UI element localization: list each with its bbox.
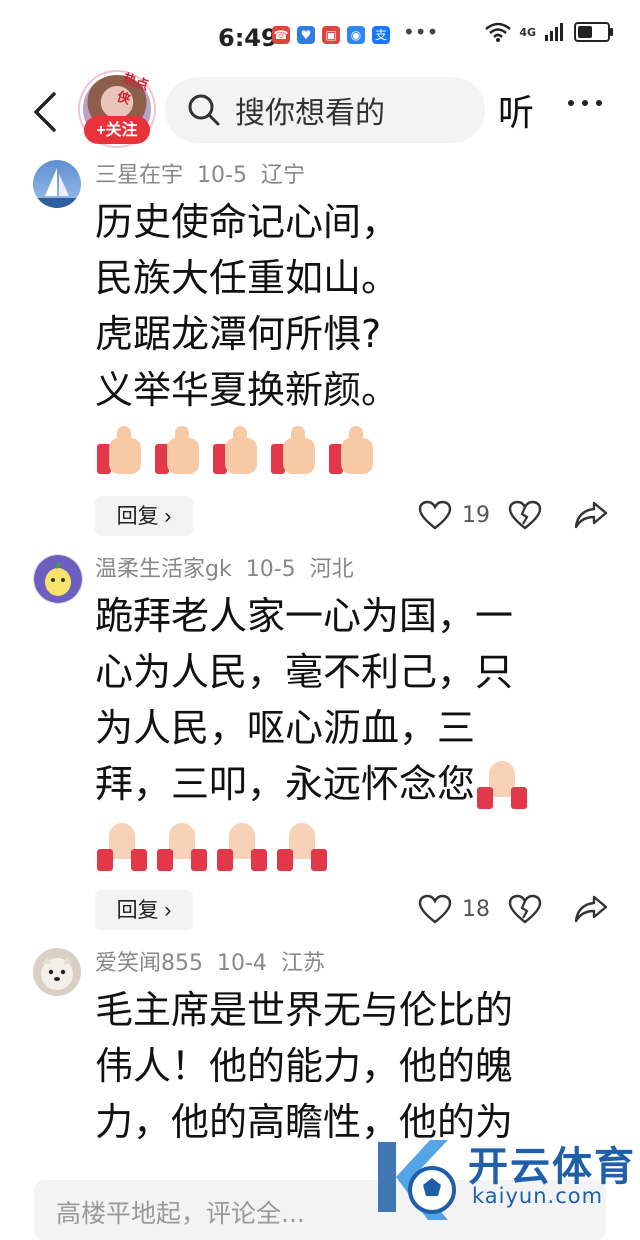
comment-meta: 爱笑闻855 10-4 江苏 — [95, 946, 610, 982]
like-button[interactable]: 18 — [418, 894, 490, 924]
comment-actions: 回复 › 19 — [95, 492, 610, 548]
comment-region: 辽宁 — [260, 163, 305, 188]
comment-line: 心为人民，毫不利己，只 — [95, 650, 514, 694]
search-input[interactable]: 搜你想看的 — [165, 77, 485, 143]
comment-line: 毛主席是世界无与伦比的 — [95, 988, 514, 1032]
comment-username[interactable]: 爱笑闻855 — [95, 951, 203, 976]
follow-button[interactable]: +关注 — [84, 116, 150, 144]
broken-heart-icon[interactable] — [508, 894, 542, 924]
reply-button[interactable]: 回复 › — [95, 890, 193, 930]
dog-avatar-icon — [41, 956, 73, 990]
like-button[interactable]: 19 — [418, 500, 490, 530]
comment-line: 跪拜老人家一心为国，一 — [95, 594, 514, 638]
share-icon[interactable] — [574, 894, 608, 924]
alipay-icon: 支 — [372, 26, 390, 44]
comment-meta: 温柔生活家gk 10-5 河北 — [95, 552, 610, 588]
reply-button[interactable]: 回复 › — [95, 496, 193, 536]
commenter-avatar[interactable] — [33, 948, 81, 996]
comment-item: 三星在宇 10-5 辽宁 历史使命记心间， 民族大任重如山。 虎踞龙潭何所惧? 义举… — [0, 158, 640, 548]
comment-input-placeholder: 高楼平地起，评论全... — [56, 1199, 305, 1228]
folded-hands-icon — [95, 819, 149, 873]
comment-actions: 回复 › 18 — [95, 886, 610, 942]
comment-line: 民族大任重如山。 — [95, 256, 400, 300]
comment-meta: 三星在宇 10-5 辽宁 — [95, 158, 610, 194]
thumbs-up-icon — [269, 426, 321, 478]
share-icon[interactable] — [574, 500, 608, 530]
comment-text: 历史使命记心间， 民族大任重如山。 虎踞龙潭何所惧? 义举华夏换新颜。 — [95, 194, 610, 418]
like-count: 18 — [462, 896, 490, 922]
wifi-icon — [485, 22, 512, 42]
comment-date: 10-5 — [197, 163, 247, 188]
soccer-ball-logo-icon — [378, 1140, 456, 1220]
like-count: 19 — [462, 502, 490, 528]
folded-hands-icon — [275, 819, 329, 873]
lemon-icon — [34, 555, 82, 603]
sailboat-icon — [33, 168, 81, 208]
comment-item: 温柔生活家gk 10-5 河北 跪拜老人家一心为国，一 心为人民，毫不利己，只 为人… — [0, 552, 640, 942]
more-options-icon[interactable] — [568, 100, 602, 106]
app-icon: ▣ — [322, 26, 340, 44]
comment-region: 江苏 — [280, 951, 325, 976]
watermark-domain: kaiyun.com — [472, 1184, 604, 1208]
comment-line: 历史使命记心间， — [95, 200, 400, 244]
comment-date: 10-4 — [217, 951, 267, 976]
comment-line: 义举华夏换新颜。 — [95, 368, 400, 412]
comment-line: 伟人！他的能力，他的魄 — [95, 1044, 514, 1088]
comment-text: 毛主席是世界无与伦比的 伟人！他的能力，他的魄 力，他的高瞻性，他的为 — [95, 982, 610, 1150]
commenter-avatar[interactable] — [33, 554, 83, 604]
broken-heart-icon[interactable] — [508, 500, 542, 530]
back-arrow-icon[interactable] — [28, 90, 68, 134]
battery-icon — [574, 22, 613, 42]
commenter-avatar[interactable] — [33, 160, 81, 208]
folded-hands-icon — [215, 819, 269, 873]
comment-line: 虎踞龙潭何所惧? — [95, 312, 382, 356]
top-nav: 热点侠 +关注 搜你想看的 听 — [0, 71, 640, 152]
app-icon: ☎ — [272, 26, 290, 44]
status-bar: 6:49 ☎ ♥ ▣ ◉ 支 ••• 4G — [0, 0, 640, 72]
thumbs-up-icon — [211, 426, 263, 478]
signal-icon — [545, 23, 563, 41]
status-app-icons: ☎ ♥ ▣ ◉ 支 — [272, 26, 390, 44]
comment-date: 10-5 — [245, 557, 296, 582]
comment-item: 爱笑闻855 10-4 江苏 毛主席是世界无与伦比的 伟人！他的能力，他的魄 力，他… — [0, 946, 640, 1150]
search-placeholder: 搜你想看的 — [235, 96, 385, 131]
comment-text: 跪拜老人家一心为国，一 心为人民，毫不利己，只 为人民，呕心沥血，三 拜，三叩，… — [95, 588, 610, 812]
heart-icon[interactable] — [418, 894, 452, 924]
network-type: 4G — [519, 25, 536, 39]
status-more-icon: ••• — [403, 20, 439, 44]
emoji-row — [95, 424, 610, 480]
app-icon: ◉ — [347, 26, 365, 44]
app-icon: ♥ — [297, 26, 315, 44]
search-icon — [188, 94, 220, 126]
status-time: 6:49 — [218, 24, 278, 52]
watermark-logo: 开云体育 kaiyun.com — [368, 1132, 640, 1227]
folded-hands-icon — [475, 757, 529, 811]
comment-line: 为人民，呕心沥血，三 — [95, 706, 476, 750]
comment-username[interactable]: 温柔生活家gk — [95, 557, 232, 582]
thumbs-up-icon — [327, 426, 379, 478]
listen-button[interactable]: 听 — [498, 84, 534, 136]
emoji-row — [95, 818, 610, 874]
comment-line: 拜，三叩，永远怀念您 — [95, 762, 476, 806]
folded-hands-icon — [155, 819, 209, 873]
thumbs-up-icon — [153, 426, 205, 478]
status-indicators: 4G — [485, 22, 613, 42]
heart-icon[interactable] — [418, 500, 452, 530]
thumbs-up-icon — [95, 426, 147, 478]
comment-region: 河北 — [309, 557, 354, 582]
comment-username[interactable]: 三星在宇 — [95, 163, 183, 188]
